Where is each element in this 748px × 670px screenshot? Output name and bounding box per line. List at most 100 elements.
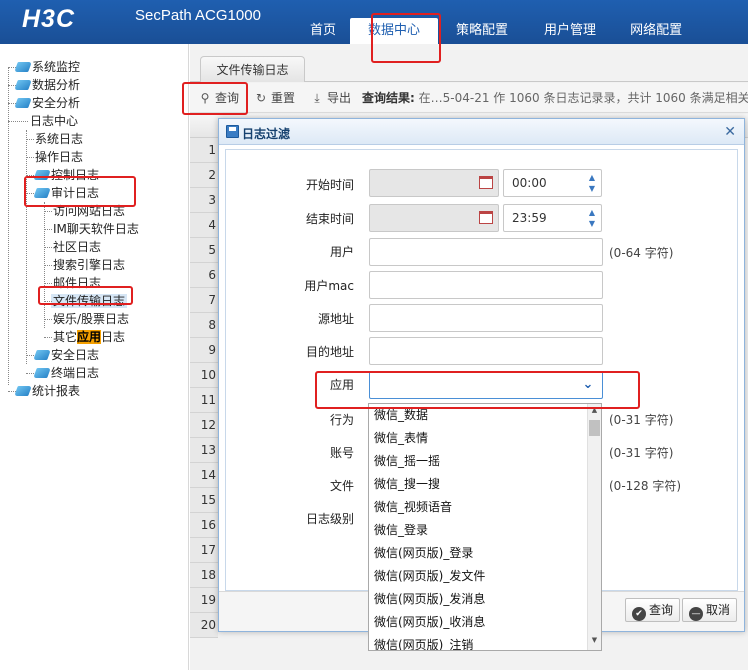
table-row-number: 15 — [190, 488, 218, 513]
row-number-column: 1 2 3 4 5 6 7 8 9 10 11 12 13 14 15 16 17 18 19 20 — [190, 138, 218, 638]
table-row-number: 9 — [190, 338, 218, 363]
dropdown-option[interactable]: 微信_摇一摇 — [369, 450, 601, 473]
end-time-input[interactable]: 23:59 ▲ ▼ — [503, 204, 602, 232]
table-row-number: 1 — [190, 138, 218, 163]
dropdown-option[interactable]: 微信(网页版)_发文件 — [369, 565, 601, 588]
user-mac-label: 用户mac — [304, 279, 354, 293]
annotation-box — [38, 286, 133, 305]
dialog-cancel-button[interactable]: — 取消 — [682, 598, 738, 622]
main-nav: 首页 数据中心 策略配置 用户管理 网络配置 — [296, 18, 698, 44]
sidebar-item-entertainment-log[interactable]: 娱乐/股票日志 — [6, 310, 139, 328]
dialog-query-button[interactable]: ✔ 查询 — [625, 598, 681, 622]
dropdown-option[interactable]: 微信(网页版)_登录 — [369, 542, 601, 565]
sidebar-item-log-center[interactable]: 日志中心 — [6, 112, 139, 130]
account-label: 账号 — [329, 446, 354, 460]
table-row-number: 14 — [190, 463, 218, 488]
sidebar-item-search-engine-log[interactable]: 搜索引擎日志 — [6, 256, 139, 274]
book-icon — [33, 350, 51, 360]
tab-bar: 文件传输日志 — [190, 44, 748, 82]
annotation-box — [371, 13, 441, 63]
check-icon: ✔ — [632, 607, 646, 621]
nav-home[interactable]: 首页 — [296, 18, 350, 44]
dropdown-option[interactable]: 微信_表情 — [369, 427, 601, 450]
download-icon: ⤓ — [314, 91, 320, 105]
dropdown-scrollbar[interactable]: ▲ ▼ — [587, 404, 601, 650]
start-time-input[interactable]: 00:00 ▲ ▼ — [503, 169, 602, 197]
scroll-thumb[interactable] — [589, 420, 600, 436]
dropdown-option[interactable]: 微信_视频语音 — [369, 496, 601, 519]
time-spinner-icon[interactable]: ▲ ▼ — [585, 172, 599, 194]
dropdown-option[interactable]: 微信(网页版)_收消息 — [369, 611, 601, 634]
sidebar-item-other-app-log[interactable]: 其它应用日志 — [6, 328, 139, 346]
end-date-input[interactable] — [369, 204, 499, 232]
toolbar: ⚲ 查询 ↻ 重置 ⤓ 导出 查询结果: 在…5-04-21 作 1060 条日志记录… — [190, 83, 748, 113]
start-date-input[interactable] — [369, 169, 499, 197]
user-hint: (0-64 字符) — [609, 246, 674, 260]
book-icon — [14, 386, 32, 396]
dialog-title-bar: 日志过滤 ✕ — [219, 119, 744, 145]
sidebar-item-im-chat-log[interactable]: IM聊天软件日志 — [6, 220, 139, 238]
table-row-number: 19 — [190, 588, 218, 613]
table-row-number: 16 — [190, 513, 218, 538]
user-input[interactable] — [369, 238, 603, 266]
action-hint: (0-31 字符) — [609, 413, 674, 427]
sidebar-item-data-analysis[interactable]: 数据分析 — [6, 76, 139, 94]
table-row-number: 17 — [190, 538, 218, 563]
destination-address-input[interactable] — [369, 337, 603, 365]
application-dropdown-list: 微信_数据 微信_表情 微信_摇一摇 微信_搜一搜 微信_视频语音 微信_登录 微信(网页版… — [368, 403, 602, 651]
table-row-number: 11 — [190, 388, 218, 413]
dropdown-option[interactable]: 微信_登录 — [369, 519, 601, 542]
source-address-input[interactable] — [369, 304, 603, 332]
book-icon — [14, 98, 32, 108]
calendar-icon[interactable] — [479, 176, 493, 189]
table-row-number: 2 — [190, 163, 218, 188]
tab-file-transfer-log[interactable]: 文件传输日志 — [200, 56, 305, 82]
dropdown-option[interactable]: 微信_搜一搜 — [369, 473, 601, 496]
end-time-label: 结束时间 — [305, 212, 354, 226]
log-level-label: 日志级别 — [305, 512, 354, 526]
nav-network-config[interactable]: 网络配置 — [614, 18, 698, 44]
brand-logo: H3C — [22, 5, 76, 33]
refresh-icon: ↻ — [255, 91, 267, 105]
source-address-label: 源地址 — [317, 312, 354, 326]
nav-tree: 系统监控 数据分析 安全分析 日志中心 系统日志 操作日志 控制日志 审计日志 … — [6, 58, 139, 400]
sidebar-item-statistics-report[interactable]: 统计报表 — [6, 382, 139, 400]
sidebar-item-operation-log[interactable]: 操作日志 — [6, 148, 139, 166]
sidebar-item-security-log[interactable]: 安全日志 — [6, 346, 139, 364]
table-row-number: 8 — [190, 313, 218, 338]
calendar-icon[interactable] — [479, 211, 493, 224]
dropdown-option[interactable]: 微信(网页版)_发消息 — [369, 588, 601, 611]
dropdown-option[interactable]: 微信(网页版)_注销 — [369, 634, 601, 650]
table-row-number: 18 — [190, 563, 218, 588]
annotation-box — [182, 82, 248, 115]
book-icon — [33, 368, 51, 378]
sidebar-item-terminal-log[interactable]: 终端日志 — [6, 364, 139, 382]
save-icon — [226, 125, 239, 138]
sidebar: 系统监控 数据分析 安全分析 日志中心 系统日志 操作日志 控制日志 审计日志 … — [0, 44, 189, 670]
table-row-number: 4 — [190, 213, 218, 238]
sidebar-item-community-log[interactable]: 社区日志 — [6, 238, 139, 256]
minus-circle-icon: — — [689, 607, 703, 621]
user-label: 用户 — [329, 245, 354, 259]
time-spinner-icon[interactable]: ▲ ▼ — [585, 207, 599, 229]
action-label: 行为 — [329, 413, 354, 427]
table-row-number: 3 — [190, 188, 218, 213]
file-hint: (0-128 字符) — [609, 479, 682, 493]
destination-address-label: 目的地址 — [305, 345, 354, 359]
nav-user-management[interactable]: 用户管理 — [526, 18, 614, 44]
book-icon — [14, 62, 32, 72]
file-label: 文件 — [329, 479, 354, 493]
close-icon[interactable]: ✕ — [724, 124, 736, 140]
scroll-down-icon[interactable]: ▼ — [588, 636, 601, 648]
reset-button[interactable]: ↻ 重置 — [254, 89, 295, 107]
table-row-number: 6 — [190, 263, 218, 288]
nav-policy[interactable]: 策略配置 — [438, 18, 526, 44]
query-result: 查询结果: 在…5-04-21 作 1060 条日志记录录，共计 1060 条满… — [362, 91, 748, 105]
user-mac-input[interactable] — [369, 271, 603, 299]
sidebar-item-system-log[interactable]: 系统日志 — [6, 130, 139, 148]
table-row-number: 5 — [190, 238, 218, 263]
table-row-number: 7 — [190, 288, 218, 313]
sidebar-item-security-analysis[interactable]: 安全分析 — [6, 94, 139, 112]
sidebar-item-system-monitor[interactable]: 系统监控 — [6, 58, 139, 76]
export-button[interactable]: ⤓ 导出 — [310, 89, 351, 107]
